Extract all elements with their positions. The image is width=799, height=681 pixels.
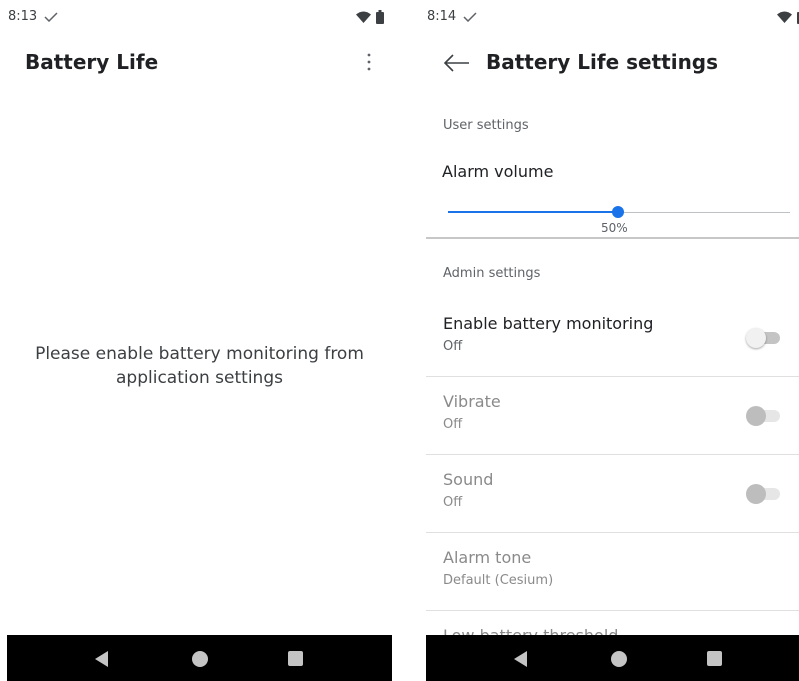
enable-monitoring-switch[interactable] xyxy=(746,328,782,348)
more-options-icon[interactable] xyxy=(357,50,381,74)
main-screen: 8:13 Battery Life Please enable battery … xyxy=(7,0,392,681)
page-title: Battery Life settings xyxy=(486,50,719,74)
section-divider xyxy=(426,237,799,239)
pref-title: Enable battery monitoring xyxy=(443,314,654,333)
user-settings-header: User settings xyxy=(443,118,529,133)
pref-title: Vibrate xyxy=(443,392,501,411)
pref-summary: Default (Cesium) xyxy=(443,573,554,588)
empty-state-message: Please enable battery monitoring from ap… xyxy=(35,344,364,388)
vibrate-switch xyxy=(746,406,782,426)
pref-title: Alarm tone xyxy=(443,548,532,567)
navigation-bar xyxy=(7,635,392,681)
pref-sound: Sound Off xyxy=(426,455,799,533)
settings-screen: 8:14 Battery Life settings User settings… xyxy=(426,0,799,681)
page-title: Battery Life xyxy=(25,50,159,74)
admin-settings-header: Admin settings xyxy=(443,266,541,281)
pref-vibrate: Vibrate Off xyxy=(426,377,799,455)
sound-switch xyxy=(746,484,782,504)
status-time: 8:14 xyxy=(427,9,457,24)
wifi-icon xyxy=(777,11,792,23)
status-bar: 8:13 xyxy=(7,0,392,34)
pref-summary: Off xyxy=(443,417,463,432)
slider-track-active xyxy=(448,211,618,213)
wifi-icon xyxy=(356,11,371,23)
pref-title: Sound xyxy=(443,470,494,489)
check-icon xyxy=(463,12,477,22)
pref-summary: Off xyxy=(443,495,463,510)
slider-track-inactive xyxy=(618,212,790,213)
nav-home-icon[interactable] xyxy=(611,651,627,667)
alarm-volume-value: 50% xyxy=(601,221,628,235)
slider-thumb[interactable] xyxy=(612,206,624,218)
nav-recents-icon[interactable] xyxy=(707,651,722,666)
status-bar: 8:14 xyxy=(426,0,799,34)
pref-enable-battery-monitoring[interactable]: Enable battery monitoring Off xyxy=(426,299,799,377)
nav-recents-icon[interactable] xyxy=(288,651,303,666)
navigation-bar xyxy=(426,635,799,681)
alarm-volume-title: Alarm volume xyxy=(442,162,554,181)
battery-icon xyxy=(376,10,384,24)
nav-back-icon[interactable] xyxy=(514,651,527,667)
nav-home-icon[interactable] xyxy=(192,651,208,667)
pref-summary: Off xyxy=(443,339,463,354)
status-time: 8:13 xyxy=(8,9,38,24)
pref-alarm-tone: Alarm tone Default (Cesium) xyxy=(426,533,799,611)
back-arrow-icon[interactable] xyxy=(441,51,471,75)
check-icon xyxy=(44,12,58,22)
nav-back-icon[interactable] xyxy=(95,651,108,667)
